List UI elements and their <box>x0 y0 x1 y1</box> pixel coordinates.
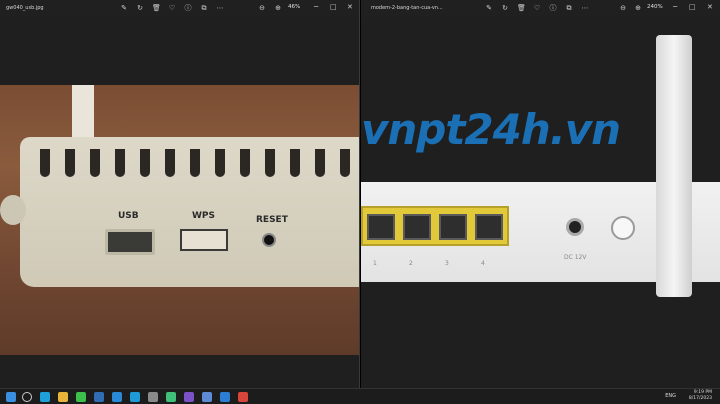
language-indicator[interactable]: ENG <box>665 393 676 399</box>
telegram-icon[interactable] <box>130 392 140 402</box>
cable <box>0 195 26 225</box>
app-icon[interactable] <box>148 392 158 402</box>
photos-icon[interactable] <box>220 392 230 402</box>
titlebar-right[interactable]: modem-2-bang-tan-cua-vn... ✎ ↻ 🗑 ♡ ⓘ ⧉ ⋯… <box>361 0 720 17</box>
photos-window-right[interactable]: modem-2-bang-tan-cua-vn... ✎ ↻ 🗑 ♡ ⓘ ⧉ ⋯… <box>361 0 720 388</box>
router-photo-usb: USB WPS RESET <box>0 85 359 355</box>
lan-number: 2 <box>409 260 413 267</box>
usb-label: USB <box>118 211 139 221</box>
vent-slot <box>265 149 275 177</box>
app-icon[interactable] <box>238 392 248 402</box>
titlebar-left[interactable]: gw040_usb.jpg ✎ ↻ 🗑 ♡ ⓘ ⧉ ⋯ ⊖ ⊕ 46% ─ □ … <box>0 0 359 17</box>
vent-slot <box>165 149 175 177</box>
wps-label: WPS <box>192 211 216 221</box>
image-viewer-left[interactable]: USB WPS RESET <box>0 17 359 388</box>
more-icon[interactable]: ⋯ <box>216 4 224 12</box>
lan-port <box>367 214 395 240</box>
vent-slot <box>315 149 325 177</box>
zoom-level[interactable]: 46% <box>288 4 300 10</box>
edit-icon[interactable]: ✎ <box>120 4 128 12</box>
dc-label: DC 12V <box>564 254 587 261</box>
vent-slot <box>40 149 50 177</box>
edit-icon[interactable]: ✎ <box>485 4 493 12</box>
lan-port-block <box>361 206 509 246</box>
vent-slot <box>190 149 200 177</box>
close-icon[interactable]: ✕ <box>347 3 353 11</box>
taskbar: ENG 9:19 PM 8/17/2023 <box>0 388 720 404</box>
word-icon[interactable] <box>94 392 104 402</box>
zoom-in-icon[interactable]: ⊕ <box>274 4 282 12</box>
clock-date: 8/17/2023 <box>688 396 712 401</box>
router-body: USB WPS RESET <box>20 137 359 287</box>
maximize-icon[interactable]: □ <box>330 3 337 11</box>
zoom-level[interactable]: 240% <box>647 4 663 10</box>
lan-port <box>439 214 467 240</box>
photos-window-left[interactable]: gw040_usb.jpg ✎ ↻ 🗑 ♡ ⓘ ⧉ ⋯ ⊖ ⊕ 46% ─ □ … <box>0 0 360 388</box>
delete-icon[interactable]: 🗑 <box>152 4 161 12</box>
power-button <box>611 216 635 240</box>
vent-slot <box>340 149 350 177</box>
delete-icon[interactable]: 🗑 <box>517 4 526 12</box>
watermark-text: vnpt24h.vn <box>361 105 621 154</box>
share-icon[interactable]: ⧉ <box>565 4 573 12</box>
window-filename: modem-2-bang-tan-cua-vn... <box>371 5 443 11</box>
lan-number: 1 <box>373 260 377 267</box>
vent-slot <box>90 149 100 177</box>
app-icon[interactable] <box>202 392 212 402</box>
info-icon[interactable]: ⓘ <box>184 4 192 12</box>
vscode-icon[interactable] <box>112 392 122 402</box>
wps-button <box>180 229 228 251</box>
vent-slot <box>215 149 225 177</box>
vent-slot <box>290 149 300 177</box>
share-icon[interactable]: ⧉ <box>200 4 208 12</box>
start-icon[interactable] <box>6 392 16 402</box>
close-icon[interactable]: ✕ <box>707 3 713 11</box>
rotate-icon[interactable]: ↻ <box>136 4 144 12</box>
chrome-icon[interactable] <box>76 392 86 402</box>
info-icon[interactable]: ⓘ <box>549 4 557 12</box>
minimize-icon[interactable]: ─ <box>673 3 677 11</box>
zoom-out-icon[interactable]: ⊖ <box>258 4 266 12</box>
desktop: gw040_usb.jpg ✎ ↻ 🗑 ♡ ⓘ ⧉ ⋯ ⊖ ⊕ 46% ─ □ … <box>0 0 720 404</box>
search-icon[interactable] <box>22 392 32 402</box>
lan-port <box>475 214 503 240</box>
usb-port <box>105 229 155 255</box>
file-explorer-icon[interactable] <box>58 392 68 402</box>
vent-slot <box>115 149 125 177</box>
clock[interactable]: 9:19 PM 8/17/2023 <box>689 390 712 402</box>
antenna <box>656 35 692 297</box>
edge-icon[interactable] <box>40 392 50 402</box>
maximize-icon[interactable]: □ <box>689 3 696 11</box>
vent-slot <box>140 149 150 177</box>
viber-icon[interactable] <box>184 392 194 402</box>
router-photo-rear: 1 2 3 4 DC 12V vnpt24h.vn <box>361 17 720 388</box>
zoom-out-icon[interactable]: ⊖ <box>619 4 627 12</box>
minimize-icon[interactable]: ─ <box>314 3 318 11</box>
more-icon[interactable]: ⋯ <box>581 4 589 12</box>
zoom-in-icon[interactable]: ⊕ <box>634 4 642 12</box>
antenna <box>72 85 94 141</box>
reset-hole <box>262 233 276 247</box>
image-viewer-right[interactable]: 1 2 3 4 DC 12V vnpt24h.vn <box>361 17 720 388</box>
rotate-icon[interactable]: ↻ <box>501 4 509 12</box>
vent-slot <box>65 149 75 177</box>
vent-slot <box>240 149 250 177</box>
reset-label: RESET <box>256 215 288 225</box>
favorite-icon[interactable]: ♡ <box>168 4 176 12</box>
window-filename: gw040_usb.jpg <box>6 5 44 11</box>
lan-port <box>403 214 431 240</box>
lan-number: 3 <box>445 260 449 267</box>
lan-number: 4 <box>481 260 485 267</box>
app-icon[interactable] <box>166 392 176 402</box>
favorite-icon[interactable]: ♡ <box>533 4 541 12</box>
dc-jack <box>566 218 584 236</box>
